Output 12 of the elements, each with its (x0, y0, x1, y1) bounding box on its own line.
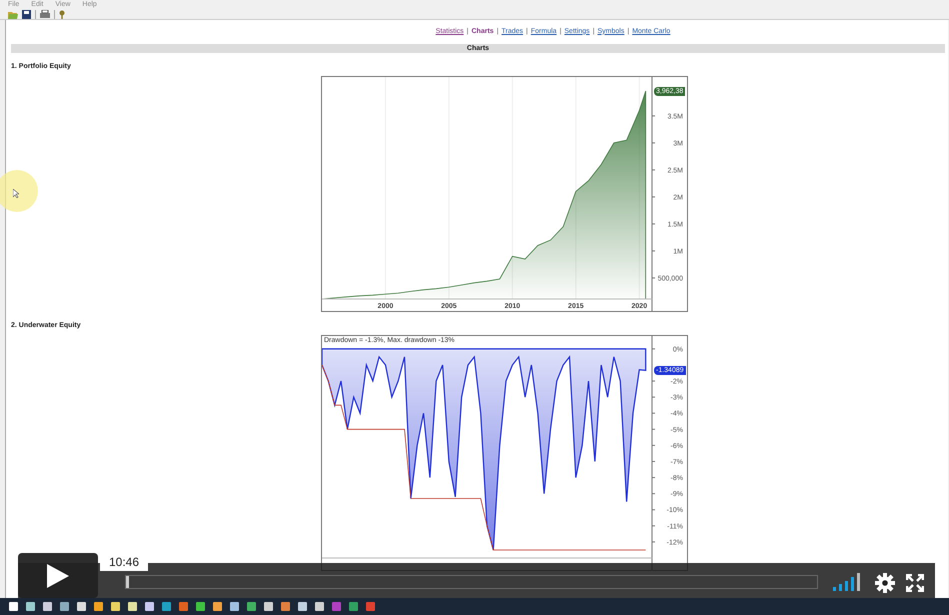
pin-icon[interactable] (59, 10, 65, 18)
save-icon[interactable] (22, 10, 31, 18)
printer-icon[interactable] (40, 10, 50, 18)
progress-bar[interactable] (125, 575, 818, 589)
volume-icon[interactable] (833, 573, 861, 591)
open-folder-icon[interactable] (8, 10, 18, 18)
settings-icon[interactable] (875, 573, 895, 593)
cursor-icon (13, 189, 19, 198)
play-icon (47, 564, 69, 588)
play-button[interactable] (18, 553, 98, 598)
start-icon[interactable] (9, 602, 18, 611)
fullscreen-icon[interactable] (906, 574, 924, 592)
